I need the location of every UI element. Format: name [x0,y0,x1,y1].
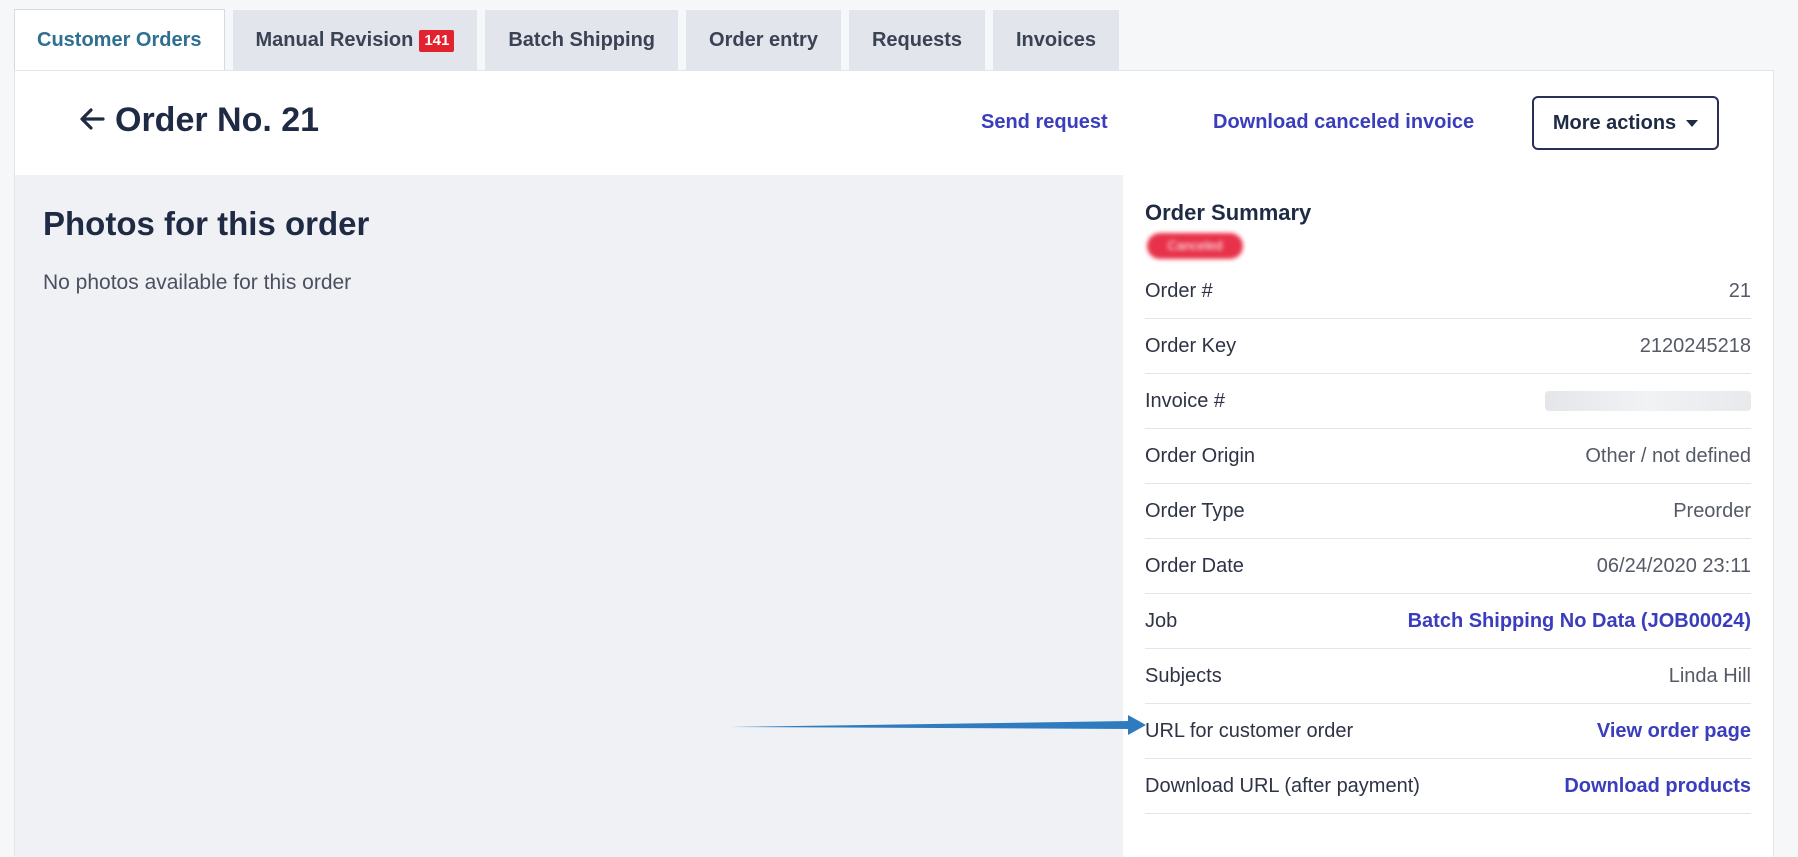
order-summary-panel: Order Summary Canceled Order # 21 Order … [1123,175,1773,857]
summary-row-order-date: Order Date 06/24/2020 23:11 [1145,539,1751,594]
row-value: 21 [1728,279,1751,302]
row-value: 06/24/2020 23:11 [1596,554,1751,577]
row-label: Download URL (after payment) [1145,774,1420,797]
photos-title: Photos for this order [43,205,370,242]
row-value: Other / not defined [1585,444,1751,467]
more-actions-label: More actions [1552,111,1677,134]
summary-title: Order Summary [1145,200,1312,225]
order-header: Order No. 21 Send request Download cance… [15,71,1773,175]
tab-invoices[interactable]: Invoices [992,10,1120,71]
summary-row-job: Job Batch Shipping No Data (JOB00024) [1145,594,1751,649]
page-title: Order No. 21 [115,101,320,139]
row-value: Linda Hill [1668,664,1751,687]
summary-rows: Order # 21 Order Key 2120245218 Invoice … [1145,264,1751,814]
summary-row-order-origin: Order Origin Other / not defined [1145,429,1751,484]
count-badge: 141 [419,29,455,52]
row-label: Order Key [1145,334,1237,357]
row-value: 2120245218 [1639,334,1751,357]
summary-row-download-url: Download URL (after payment) Download pr… [1145,759,1751,814]
tab-label: Order entry [709,29,818,51]
back-arrow-icon[interactable] [77,104,107,134]
send-request-button[interactable]: Send request [981,111,1108,134]
tab-label: Batch Shipping [508,29,656,51]
tab-label: Customer Orders [37,28,202,51]
tab-manual-revision[interactable]: Manual Revision 141 [232,10,478,71]
caret-down-icon [1686,119,1699,127]
tab-order-entry[interactable]: Order entry [686,10,841,71]
tab-bar: Customer Orders Manual Revision 141 Batc… [14,9,1120,71]
row-label: Job [1145,609,1178,632]
tab-label: Requests [871,29,962,51]
summary-row-order-number: Order # 21 [1145,264,1751,319]
row-label: Subjects [1145,664,1222,687]
summary-row-order-type: Order Type Preorder [1145,484,1751,539]
tab-label: Manual Revision [255,29,414,51]
summary-row-order-key: Order Key 2120245218 [1145,319,1751,374]
tab-requests[interactable]: Requests [848,10,985,71]
order-card: Order No. 21 Send request Download cance… [14,70,1774,857]
row-label: Order Type [1145,499,1245,522]
tab-label: Invoices [1015,29,1097,51]
row-label: Order # [1145,279,1213,302]
row-label: Order Origin [1145,444,1256,467]
tab-batch-shipping[interactable]: Batch Shipping [485,10,679,71]
photos-empty-message: No photos available for this order [43,271,352,294]
photos-panel: Photos for this order No photos availabl… [15,175,1123,857]
row-label: Order Date [1145,554,1244,577]
annotation-arrow-icon [730,715,1146,735]
row-value: Preorder [1673,499,1751,522]
summary-row-subjects: Subjects Linda Hill [1145,649,1751,704]
summary-row-invoice-number: Invoice # [1145,374,1751,429]
summary-row-customer-url: URL for customer order View order page [1145,704,1751,759]
download-products-link[interactable]: Download products [1564,775,1751,798]
status-badge: Canceled [1147,233,1243,259]
row-label: URL for customer order [1145,719,1354,742]
redacted-value [1545,391,1751,411]
job-link[interactable]: Batch Shipping No Data (JOB00024) [1408,610,1751,633]
tab-customer-orders[interactable]: Customer Orders [14,9,225,71]
view-order-page-link[interactable]: View order page [1597,720,1751,743]
more-actions-button[interactable]: More actions [1532,96,1719,150]
download-canceled-invoice-button[interactable]: Download canceled invoice [1213,111,1474,134]
row-label: Invoice # [1145,389,1226,412]
